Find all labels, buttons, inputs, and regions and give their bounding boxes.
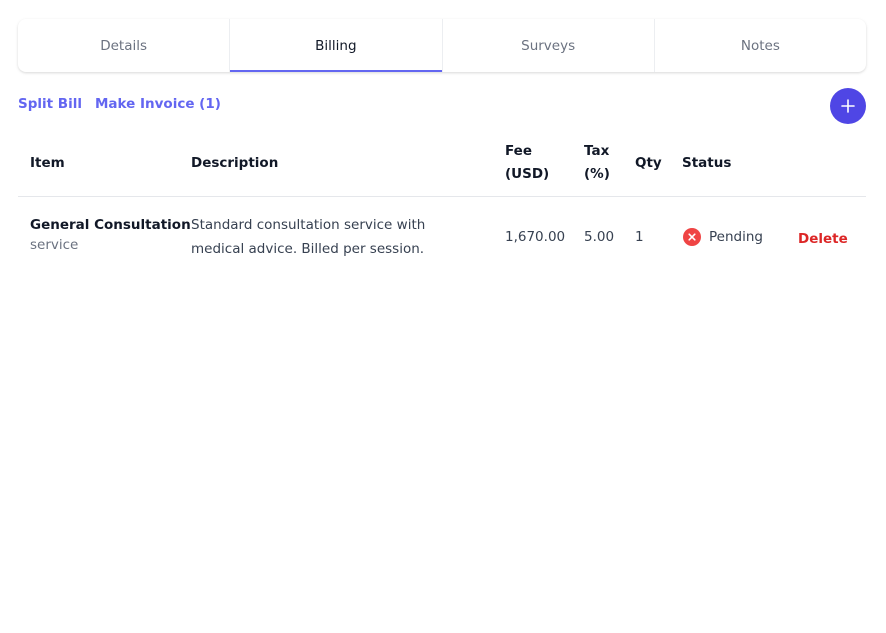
add-item-button[interactable] [830, 88, 866, 124]
header-tax-line2: (%) [584, 166, 610, 182]
table-header: Item Description Fee (USD) Tax (%) Qty S… [18, 130, 866, 197]
header-item: Item [30, 154, 65, 171]
x-circle-icon [683, 228, 701, 246]
description-cell: Standard consultation service with medic… [191, 217, 426, 257]
header-qty: Qty [635, 154, 662, 171]
tab-surveys[interactable]: Surveys [441, 19, 654, 72]
status-text: Pending [709, 229, 763, 245]
item-cell: General Consultation service [30, 217, 191, 253]
item-type: service [30, 237, 79, 253]
tab-bar: Details Billing Surveys Notes [18, 19, 866, 72]
qty-cell: 1 [635, 229, 644, 245]
header-fee-line2: (USD) [505, 166, 550, 182]
status-badge: Pending [683, 228, 763, 246]
tab-details[interactable]: Details [18, 19, 229, 72]
plus-icon [841, 99, 855, 113]
make-invoice-link[interactable]: Make Invoice (1) [95, 96, 221, 112]
header-status: Status [682, 154, 732, 171]
header-tax: Tax (%) [584, 130, 610, 196]
split-bill-link[interactable]: Split Bill [18, 96, 82, 112]
tax-cell: 5.00 [584, 229, 615, 245]
billing-table: Item Description Fee (USD) Tax (%) Qty S… [18, 130, 866, 279]
billing-page: Details Billing Surveys Notes Split Bill… [0, 0, 886, 633]
fee-cell: 1,670.00 [505, 229, 566, 245]
tab-billing[interactable]: Billing [229, 19, 442, 72]
header-description: Description [191, 154, 279, 171]
header-fee-line1: Fee [505, 143, 532, 159]
header-tax-line1: Tax [584, 143, 610, 159]
billing-actions: Split Bill Make Invoice (1) [18, 96, 221, 112]
header-fee: Fee (USD) [505, 130, 549, 196]
table-row: General Consultation service Standard co… [18, 197, 866, 279]
delete-button[interactable]: Delete [798, 231, 848, 247]
item-name: General Consultation [30, 217, 191, 233]
tab-notes[interactable]: Notes [653, 19, 866, 72]
